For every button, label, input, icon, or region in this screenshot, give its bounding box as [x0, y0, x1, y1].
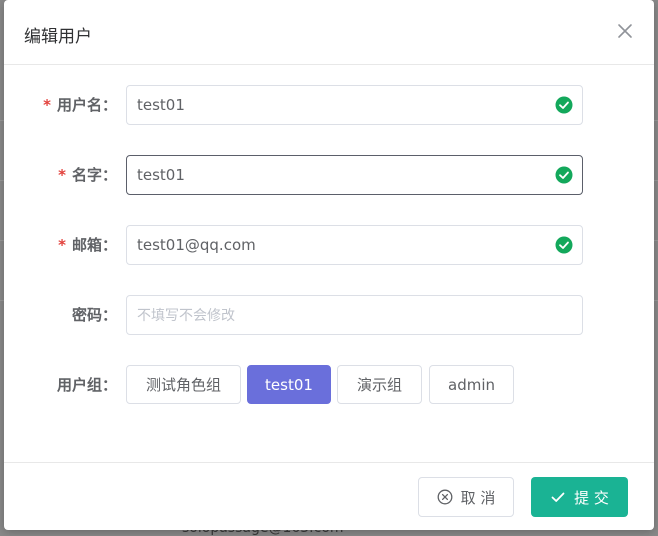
name-row: * 名字： — [4, 155, 654, 195]
name-field[interactable] — [126, 155, 583, 195]
group-label: 用户组： — [56, 376, 117, 394]
group-option-test01[interactable]: test01 — [247, 365, 331, 404]
name-label: * 名字： — [58, 166, 117, 184]
required-mark: * — [43, 96, 51, 114]
check-circle-icon — [555, 236, 573, 254]
username-input[interactable] — [137, 86, 537, 124]
required-mark: * — [58, 166, 66, 184]
cancel-button[interactable]: 取 消 — [418, 477, 514, 517]
email-input[interactable] — [137, 226, 537, 264]
password-label: 密码： — [71, 306, 117, 324]
submit-button[interactable]: 提 交 — [531, 477, 628, 517]
check-circle-icon — [555, 96, 573, 114]
email-field[interactable] — [126, 225, 583, 265]
email-row: * 邮箱： — [4, 225, 654, 265]
dialog-header: 编辑用户 — [4, 0, 654, 65]
name-input[interactable] — [137, 156, 537, 194]
check-circle-icon — [555, 166, 573, 184]
required-mark: * — [58, 236, 66, 254]
group-option-test-role[interactable]: 测试角色组 — [126, 365, 241, 404]
password-row: 密码： — [4, 295, 654, 335]
dialog-footer: 取 消 提 交 — [4, 462, 654, 531]
group-row: 用户组： 测试角色组 test01 演示组 admin — [4, 365, 654, 405]
submit-label: 提 交 — [574, 488, 609, 507]
cancel-label: 取 消 — [460, 488, 496, 507]
close-icon[interactable] — [614, 20, 636, 42]
password-input[interactable] — [137, 296, 537, 334]
circle-x-icon — [437, 489, 453, 505]
group-option-admin[interactable]: admin — [429, 365, 514, 404]
group-option-demo[interactable]: 演示组 — [337, 365, 422, 404]
username-label: * 用户名： — [43, 96, 117, 114]
username-row: * 用户名： — [4, 85, 654, 125]
dialog-title: 编辑用户 — [24, 27, 92, 47]
edit-user-dialog: 编辑用户 *用户名： *名字： — [4, 0, 654, 530]
check-icon — [550, 489, 566, 505]
password-field[interactable] — [126, 295, 583, 335]
username-field[interactable] — [126, 85, 583, 125]
email-label: * 邮箱： — [58, 236, 117, 254]
